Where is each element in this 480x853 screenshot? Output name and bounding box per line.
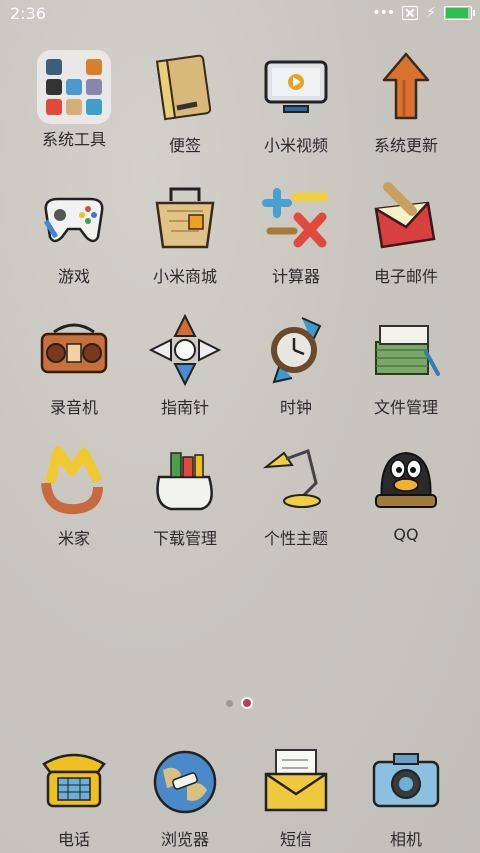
dock-phone[interactable]: 电话 xyxy=(19,744,129,850)
calculator-icon xyxy=(262,188,329,248)
app-mijia[interactable]: 米家 xyxy=(19,443,129,549)
globe-icon xyxy=(153,750,217,814)
desk-lamp-icon xyxy=(262,449,321,508)
app-mi-video[interactable]: 小米视频 xyxy=(241,50,351,156)
app-compass[interactable]: 指南针 xyxy=(130,312,240,418)
penguin-icon xyxy=(375,451,437,508)
app-downloads[interactable]: 下载管理 xyxy=(130,443,240,549)
radio-recorder-icon xyxy=(40,323,108,374)
app-notes[interactable]: 便签 xyxy=(130,50,240,156)
shopping-basket-icon xyxy=(155,187,215,249)
compass-icon xyxy=(148,313,222,387)
app-file-manager[interactable]: 文件管理 xyxy=(351,312,461,418)
app-recorder[interactable]: 录音机 xyxy=(19,312,129,418)
app-games[interactable]: 游戏 xyxy=(19,181,129,287)
dock-browser[interactable]: 浏览器 xyxy=(130,744,240,850)
envelope-icon xyxy=(264,749,328,812)
page-dot-1[interactable] xyxy=(226,699,233,707)
app-mi-store[interactable]: 小米商城 xyxy=(130,181,240,287)
mail-icon xyxy=(374,182,436,249)
app-calculator[interactable]: 计算器 xyxy=(241,181,351,287)
notes-icon xyxy=(155,54,212,121)
page-dot-2[interactable] xyxy=(241,697,253,709)
no-sim-icon xyxy=(402,6,419,20)
camera-icon xyxy=(372,753,440,808)
more-notifications-icon: ••• xyxy=(372,5,395,21)
dock-camera[interactable]: 相机 xyxy=(351,744,461,850)
page-indicator[interactable] xyxy=(226,697,253,709)
charging-icon: ⚡ xyxy=(426,5,436,21)
status-bar: 2:36 ••• ⚡ xyxy=(0,0,480,28)
update-arrow-icon xyxy=(382,52,430,120)
files-stack-icon xyxy=(375,325,440,376)
download-sack-icon xyxy=(156,452,213,511)
app-email[interactable]: 电子邮件 xyxy=(351,181,461,287)
app-themes[interactable]: 个性主题 xyxy=(241,443,351,549)
phone-icon xyxy=(42,753,106,808)
tv-video-icon xyxy=(264,60,328,113)
battery-icon xyxy=(444,6,475,20)
app-system-update[interactable]: 系统更新 xyxy=(351,50,461,156)
folder-icon xyxy=(37,50,111,124)
gamepad-icon xyxy=(43,197,104,243)
watch-icon xyxy=(271,317,322,384)
app-qq[interactable]: QQ xyxy=(351,443,461,544)
status-time: 2:36 xyxy=(10,4,46,23)
mijia-icon xyxy=(41,446,103,515)
app-clock[interactable]: 时钟 xyxy=(241,312,351,418)
dock-messages[interactable]: 短信 xyxy=(241,744,351,850)
app-system-tools[interactable]: 系统工具 xyxy=(19,50,129,150)
